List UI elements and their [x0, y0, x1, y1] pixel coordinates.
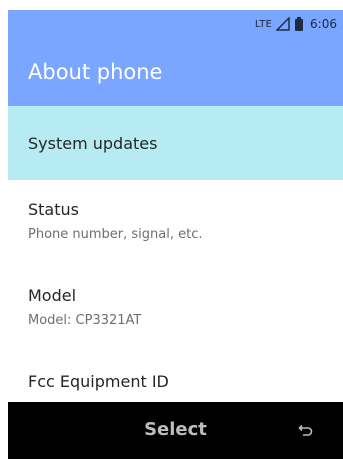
- status-bar: LTE 6:06: [8, 10, 343, 38]
- signal-icon: [275, 16, 290, 31]
- settings-list: System updates Status Phone number, sign…: [8, 106, 343, 402]
- back-icon[interactable]: [297, 423, 313, 439]
- list-item-title: Status: [28, 200, 79, 219]
- list-item-fcc-equipment-id[interactable]: Fcc Equipment ID: [8, 352, 343, 402]
- list-item-title: Fcc Equipment ID: [28, 372, 169, 391]
- list-item-subtitle: Model: CP3321AT: [28, 313, 142, 328]
- list-item-title: Model: [28, 286, 77, 305]
- list-item-title: System updates: [28, 133, 158, 153]
- page-title: About phone: [28, 60, 163, 84]
- softkey-bar: Select: [8, 402, 343, 459]
- list-item-system-updates[interactable]: System updates: [8, 106, 343, 180]
- app-bar: About phone: [8, 38, 343, 106]
- list-item-model[interactable]: Model Model: CP3321AT: [8, 266, 343, 352]
- status-time: 6:06: [310, 17, 337, 31]
- list-item-status[interactable]: Status Phone number, signal, etc.: [8, 180, 343, 266]
- battery-icon: [294, 17, 304, 31]
- network-type: LTE: [254, 18, 273, 30]
- list-item-subtitle: Phone number, signal, etc.: [28, 227, 203, 242]
- select-softkey[interactable]: Select: [8, 419, 343, 440]
